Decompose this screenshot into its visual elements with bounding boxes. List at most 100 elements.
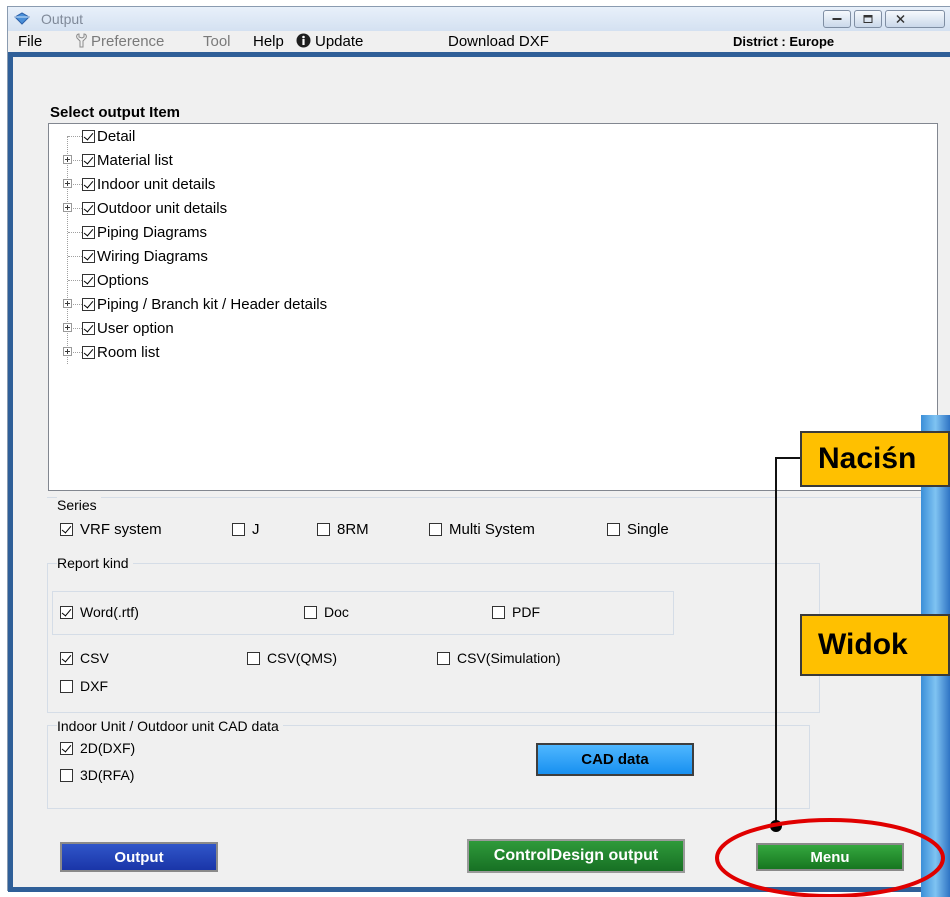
word-checkbox[interactable] — [60, 605, 73, 619]
material-list-checkbox[interactable] — [82, 153, 95, 167]
piping-branch-kit-checkbox[interactable] — [82, 297, 95, 311]
multi-system-checkbox[interactable] — [429, 523, 442, 536]
word-option[interactable]: Word(.rtf) — [60, 604, 139, 620]
pdf-checkbox[interactable] — [492, 605, 505, 619]
menu-help[interactable]: Help — [253, 33, 284, 50]
single-checkbox[interactable] — [607, 523, 620, 536]
csv-qms-label: CSV(QMS) — [267, 650, 337, 666]
indoor-unit-details-checkbox[interactable] — [82, 177, 95, 191]
tree-connector — [73, 208, 82, 209]
close-icon — [896, 14, 905, 24]
wrench-icon — [76, 33, 87, 48]
menu-bar: File Preference Tool Help Update Downloa… — [8, 31, 950, 52]
tree-item-user-option[interactable]: User option — [49, 316, 174, 340]
expand-icon[interactable] — [63, 323, 72, 332]
tree-item-piping-branch-kit[interactable]: Piping / Branch kit / Header details — [49, 292, 327, 316]
single-label: Single — [627, 521, 669, 538]
outdoor-unit-details-checkbox[interactable] — [82, 201, 95, 215]
menu-preference-label: Preference — [91, 33, 165, 50]
cad-2d-label: 2D(DXF) — [80, 740, 136, 756]
csv-simulation-option[interactable]: CSV(Simulation) — [437, 650, 560, 666]
wiring-diagrams-checkbox[interactable] — [82, 249, 95, 263]
vrf-system-checkbox[interactable] — [60, 523, 73, 536]
maximize-icon — [863, 15, 873, 23]
doc-option[interactable]: Doc — [304, 604, 349, 620]
series-8rm-option[interactable]: 8RM — [317, 521, 369, 538]
csv-label: CSV — [80, 650, 109, 666]
cad-2d-checkbox[interactable] — [60, 741, 73, 755]
tree-item-options[interactable]: Options — [49, 268, 149, 292]
tree-item-wiring-diagrams[interactable]: Wiring Diagrams — [49, 244, 208, 268]
doc-checkbox[interactable] — [304, 605, 317, 619]
doc-label: Doc — [324, 604, 349, 620]
cad-data-button[interactable]: CAD data — [536, 743, 694, 776]
series-single-option[interactable]: Single — [607, 521, 669, 538]
tree-item-outdoor-unit-details[interactable]: Outdoor unit details — [49, 196, 227, 220]
detail-checkbox[interactable] — [82, 129, 95, 143]
vrf-system-label: VRF system — [80, 521, 162, 538]
8rm-checkbox[interactable] — [317, 523, 330, 536]
expand-icon[interactable] — [63, 179, 72, 188]
expand-icon[interactable] — [63, 155, 72, 164]
room-list-checkbox[interactable] — [82, 345, 95, 359]
dxf-checkbox[interactable] — [60, 679, 73, 693]
tree-item-label: Detail — [97, 127, 136, 145]
tree-item-label: Material list — [97, 151, 173, 169]
minimize-button[interactable] — [823, 10, 851, 28]
menu-button[interactable]: Menu — [756, 843, 904, 871]
cad-3d-option[interactable]: 3D(RFA) — [60, 767, 134, 783]
tree-item-label: Options — [97, 271, 149, 289]
csv-qms-checkbox[interactable] — [247, 651, 260, 665]
menu-tool[interactable]: Tool — [203, 33, 231, 50]
csv-qms-option[interactable]: CSV(QMS) — [247, 650, 337, 666]
user-option-checkbox[interactable] — [82, 321, 95, 335]
expand-icon[interactable] — [63, 203, 72, 212]
word-label: Word(.rtf) — [80, 604, 139, 620]
tree-connector — [73, 184, 82, 185]
expand-icon[interactable] — [63, 299, 72, 308]
tree-item-material-list[interactable]: Material list — [49, 148, 173, 172]
control-design-output-button[interactable]: ControlDesign output — [467, 839, 685, 873]
options-checkbox[interactable] — [82, 273, 95, 287]
series-title: Series — [57, 497, 101, 513]
csv-simulation-label: CSV(Simulation) — [457, 650, 561, 666]
8rm-label: 8RM — [337, 521, 369, 538]
tree-item-detail[interactable]: Detail — [49, 124, 135, 148]
minimize-icon — [832, 18, 842, 20]
district-label: District : Europe — [733, 34, 835, 49]
cad-2d-option[interactable]: 2D(DXF) — [60, 740, 135, 756]
dxf-option[interactable]: DXF — [60, 678, 108, 694]
csv-checkbox[interactable] — [60, 651, 73, 665]
csv-option[interactable]: CSV — [60, 650, 109, 666]
cad-3d-label: 3D(RFA) — [80, 767, 135, 783]
tree-item-label: Wiring Diagrams — [97, 247, 208, 265]
cad-3d-checkbox[interactable] — [60, 768, 73, 782]
menu-preference[interactable]: Preference — [75, 33, 164, 50]
pdf-label: PDF — [512, 604, 540, 620]
output-button[interactable]: Output — [60, 842, 218, 872]
close-button[interactable] — [885, 10, 945, 28]
tree-connector — [73, 304, 82, 305]
piping-diagrams-checkbox[interactable] — [82, 225, 95, 239]
app-diamond-icon — [14, 12, 30, 25]
tree-connector — [73, 160, 82, 161]
expand-icon[interactable] — [63, 347, 72, 356]
maximize-button[interactable] — [854, 10, 882, 28]
tree-item-indoor-unit-details[interactable]: Indoor unit details — [49, 172, 215, 196]
menu-file[interactable]: File — [18, 33, 42, 50]
tree-item-room-list[interactable]: Room list — [49, 340, 160, 364]
series-j-option[interactable]: J — [232, 521, 260, 538]
j-label: J — [252, 521, 260, 538]
pdf-option[interactable]: PDF — [492, 604, 540, 620]
tree-item-piping-diagrams[interactable]: Piping Diagrams — [49, 220, 207, 244]
series-multi-system-option[interactable]: Multi System — [429, 521, 535, 538]
csv-simulation-checkbox[interactable] — [437, 651, 450, 665]
info-icon — [296, 33, 311, 48]
j-checkbox[interactable] — [232, 523, 245, 536]
menu-download-dxf[interactable]: Download DXF — [448, 33, 549, 50]
series-vrf-option[interactable]: VRF system — [60, 521, 162, 538]
callout-press: Naciśn — [800, 431, 950, 487]
report-format-subgroup — [52, 591, 674, 635]
tree-connector — [68, 280, 82, 281]
menu-update[interactable]: Update — [296, 33, 363, 50]
